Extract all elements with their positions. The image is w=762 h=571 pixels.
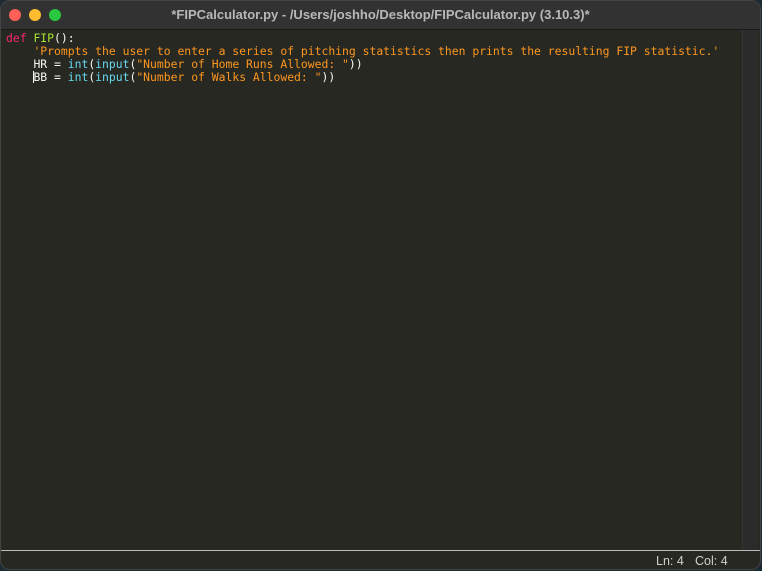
window-title: *FIPCalculator.py - /Users/joshho/Deskto… <box>171 7 590 22</box>
builtin: int <box>67 70 89 84</box>
function-name: FIP <box>33 31 55 45</box>
code-line-4: BB = int(input("Number of Walks Allowed:… <box>6 71 719 84</box>
column-number: Col: 4 <box>695 554 728 568</box>
docstring: 'Prompts the user to enter a series of p… <box>33 44 720 58</box>
vertical-scrollbar[interactable] <box>742 30 758 550</box>
builtin: input <box>95 70 130 84</box>
assignment: HR = <box>33 57 68 71</box>
code-editor[interactable]: def FIP(): 'Prompts the user to enter a … <box>1 30 742 550</box>
builtin: input <box>95 57 130 71</box>
string: "Number of Walks Allowed: " <box>136 70 322 84</box>
punctuation: )) <box>348 57 363 71</box>
builtin: int <box>67 57 89 71</box>
string: "Number of Home Runs Allowed: " <box>136 57 349 71</box>
idle-editor-window: *FIPCalculator.py - /Users/joshho/Deskto… <box>0 0 761 570</box>
punctuation: )) <box>321 70 336 84</box>
assignment: BB = <box>33 70 68 84</box>
title-bar: *FIPCalculator.py - /Users/joshho/Deskto… <box>1 1 760 30</box>
line-number: Ln: 4 <box>656 554 684 568</box>
keyword: def <box>6 31 27 45</box>
punctuation: (): <box>54 31 75 45</box>
status-bar: Ln: 4 Col: 4 <box>1 550 760 569</box>
